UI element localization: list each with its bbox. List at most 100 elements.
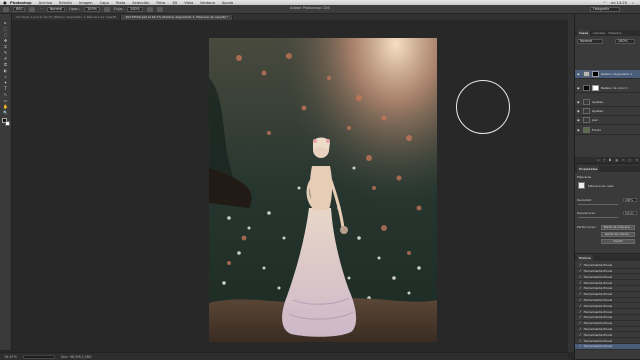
history-item[interactable]: ⁄ Herramienta Pincel xyxy=(575,309,640,315)
document-image[interactable] xyxy=(209,38,437,342)
history-item[interactable]: ⁄ Herramienta Pincel xyxy=(575,333,640,339)
layer-mask-thumbnail[interactable] xyxy=(592,85,599,91)
hand-tool-icon[interactable]: ✋ xyxy=(3,104,9,109)
crop-tool-icon[interactable]: ⌗ xyxy=(3,44,9,49)
doc-size[interactable]: Doc: 98,5M/1,08G xyxy=(61,355,92,359)
history-item[interactable]: ⁄ Herramienta Pincel xyxy=(575,263,640,269)
zoom-tool-icon[interactable]: 🔍 xyxy=(3,110,9,115)
mask-icon[interactable]: ◘ xyxy=(609,158,611,162)
airbrush-icon[interactable] xyxy=(146,6,153,12)
healing-tool-icon[interactable]: ✐ xyxy=(3,56,9,61)
folder-icon[interactable]: ▭ xyxy=(622,158,625,162)
marquee-tool-icon[interactable]: ⬚ xyxy=(3,26,9,31)
blend-mode-select[interactable]: Normal xyxy=(577,39,603,44)
mask-edge-button[interactable]: Borde de máscara... xyxy=(601,225,635,230)
brush-tool-icon[interactable]: ⎚ xyxy=(3,62,9,67)
clock[interactable]: mi 14:25 xyxy=(611,1,627,5)
trash-icon[interactable]: ✕ xyxy=(635,158,638,162)
menu-ventana[interactable]: Ventana xyxy=(200,1,215,5)
eyedropper-tool-icon[interactable]: ✎ xyxy=(3,50,9,55)
search-icon[interactable]: ⌕ xyxy=(632,1,634,5)
layer-row[interactable]: ◉ Relleno de color 1 xyxy=(575,84,640,93)
history-item[interactable]: ⁄ Herramienta Pincel xyxy=(575,315,640,321)
menu-edicion[interactable]: Edición xyxy=(59,1,72,5)
density-slider[interactable] xyxy=(578,204,618,205)
layer-row[interactable]: ◉ Ajustes xyxy=(575,98,640,107)
menu-filtro[interactable]: Filtro xyxy=(156,1,165,5)
lasso-tool-icon[interactable]: ◌ xyxy=(3,32,9,37)
menu-seleccion[interactable]: Selección xyxy=(132,1,149,5)
tab-layers[interactable]: Capas xyxy=(577,30,591,36)
pressure-size-icon[interactable] xyxy=(156,6,163,12)
pressure-opacity-icon[interactable] xyxy=(103,6,110,12)
color-swatches[interactable] xyxy=(1,118,10,126)
zoom-level[interactable]: 16,67% xyxy=(4,355,17,359)
menu-imagen[interactable]: Imagen xyxy=(79,1,93,5)
stamp-tool-icon[interactable]: ◐ xyxy=(3,68,9,73)
visibility-eye-icon[interactable]: ◉ xyxy=(577,128,581,132)
properties-title[interactable]: Propiedades xyxy=(577,166,600,172)
history-item[interactable]: ⁄ Herramienta Pincel xyxy=(575,338,640,344)
history-item[interactable]: ⁄ Herramienta Pincel xyxy=(575,304,640,310)
layer-opacity-field[interactable]: 100% xyxy=(615,39,635,44)
adjustment-icon[interactable]: ◑ xyxy=(615,158,618,162)
wifi-icon[interactable]: ◠ xyxy=(603,1,606,5)
visibility-eye-icon[interactable]: ◉ xyxy=(577,72,581,76)
tab-channels[interactable]: Canales xyxy=(593,31,605,35)
type-tool-icon[interactable]: T xyxy=(3,86,9,91)
visibility-eye-icon[interactable]: ◉ xyxy=(577,86,581,90)
brush-size-picker[interactable]: 800 xyxy=(13,6,26,12)
path-select-tool-icon[interactable]: ↖ xyxy=(3,92,9,97)
menu-ayuda[interactable]: Ayuda xyxy=(222,1,233,5)
canvas-area[interactable] xyxy=(12,20,568,350)
history-item[interactable]: ⁄ Herramienta Pincel xyxy=(575,292,640,298)
flow-field[interactable]: 100% xyxy=(127,6,143,12)
history-brush-tool-icon[interactable]: ♨ xyxy=(3,74,9,79)
link-icon[interactable]: ∞ xyxy=(597,158,600,162)
layer-row[interactable]: ◉ Relleno degradado 1 xyxy=(575,70,640,79)
zoom-field[interactable] xyxy=(22,354,55,359)
visibility-eye-icon[interactable]: ◉ xyxy=(577,109,581,113)
eraser-tool-icon[interactable]: ✦ xyxy=(3,80,9,85)
layer-row[interactable]: ◉ piel xyxy=(575,116,640,125)
visibility-eye-icon[interactable]: ◉ xyxy=(577,100,581,104)
menu-texto[interactable]: Texto xyxy=(116,1,125,5)
visibility-eye-icon[interactable]: ◉ xyxy=(577,118,581,122)
mode-select[interactable]: Normal xyxy=(46,6,66,12)
history-item[interactable]: ⁄ Herramienta Pincel xyxy=(575,321,640,327)
new-layer-icon[interactable]: ▢ xyxy=(629,158,632,162)
opacity-field[interactable]: 100% xyxy=(84,6,100,12)
history-item[interactable]: ⁄ Herramienta Pincel xyxy=(575,269,640,275)
layer-row[interactable]: ◉ Ajustes xyxy=(575,107,640,116)
menu-capa[interactable]: Capa xyxy=(100,1,109,5)
layer-row[interactable]: ◉ Fondo xyxy=(575,126,640,135)
tab-paths[interactable]: Trazados xyxy=(608,31,621,35)
layer-mask-thumbnail[interactable] xyxy=(592,71,599,77)
history-item[interactable]: ⁄ Herramienta Pincel xyxy=(575,280,640,286)
history-item-label: Herramienta Pincel xyxy=(583,292,613,297)
history-item[interactable]: ⁄ Herramienta Pincel xyxy=(575,327,640,333)
layer-thumbnail xyxy=(583,71,590,77)
menu-3d[interactable]: 3D xyxy=(172,1,177,5)
brush-panel-icon[interactable] xyxy=(29,6,36,12)
quick-select-tool-icon[interactable]: ✥ xyxy=(3,38,9,43)
color-range-button[interactable]: Gama de colores... xyxy=(601,232,635,237)
feather-field[interactable]: 0,0 px xyxy=(623,211,637,215)
history-item[interactable]: ⁄ Herramienta Pincel xyxy=(575,286,640,292)
density-field[interactable]: 100% xyxy=(623,198,637,202)
invert-button[interactable]: Invertir xyxy=(601,239,635,244)
workspace-select[interactable]: Fotografía xyxy=(590,6,620,12)
history-item[interactable]: ⁄ Herramienta Pincel xyxy=(575,275,640,281)
menu-archivo[interactable]: Archivo xyxy=(39,1,52,5)
feather-slider[interactable] xyxy=(578,217,618,218)
history-item[interactable]: ⁄ Herramienta Pincel xyxy=(575,298,640,304)
menu-photoshop[interactable]: Photoshop xyxy=(10,1,32,5)
fx-icon[interactable]: ƒ xyxy=(604,158,605,162)
background-color[interactable] xyxy=(4,121,10,126)
shape-tool-icon[interactable]: ▭ xyxy=(3,98,9,103)
history-item[interactable]: ⁄ Herramienta Pincel xyxy=(575,344,640,350)
brush-tool-icon[interactable] xyxy=(3,6,9,12)
history-title[interactable]: Historia xyxy=(577,255,593,261)
move-tool-icon[interactable]: ▸ xyxy=(3,20,9,25)
menu-vista[interactable]: Vista xyxy=(184,1,193,5)
